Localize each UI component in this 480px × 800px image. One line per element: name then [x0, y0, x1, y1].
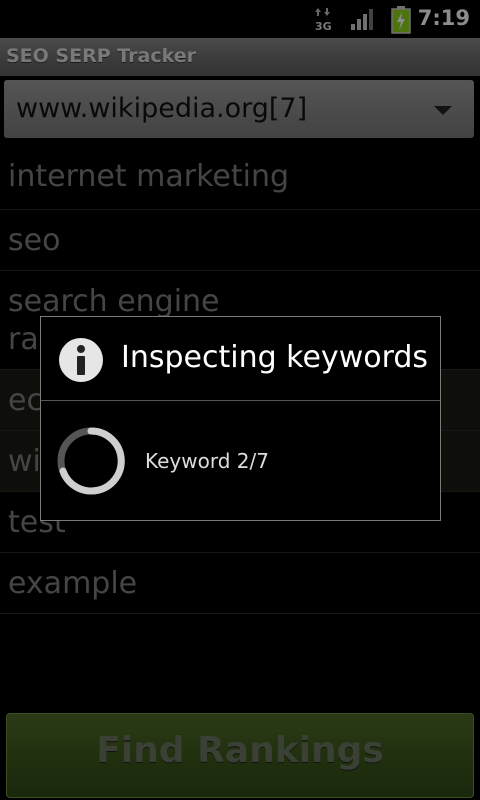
info-icon — [59, 338, 103, 382]
dialog-message: Keyword 2/7 — [145, 449, 269, 473]
dialog-title: Inspecting keywords — [121, 340, 429, 375]
progress-dialog: Inspecting keywords Keyword 2/7 — [40, 316, 441, 521]
progress-spinner-icon — [57, 427, 125, 495]
dialog-header: Inspecting keywords — [41, 317, 440, 401]
